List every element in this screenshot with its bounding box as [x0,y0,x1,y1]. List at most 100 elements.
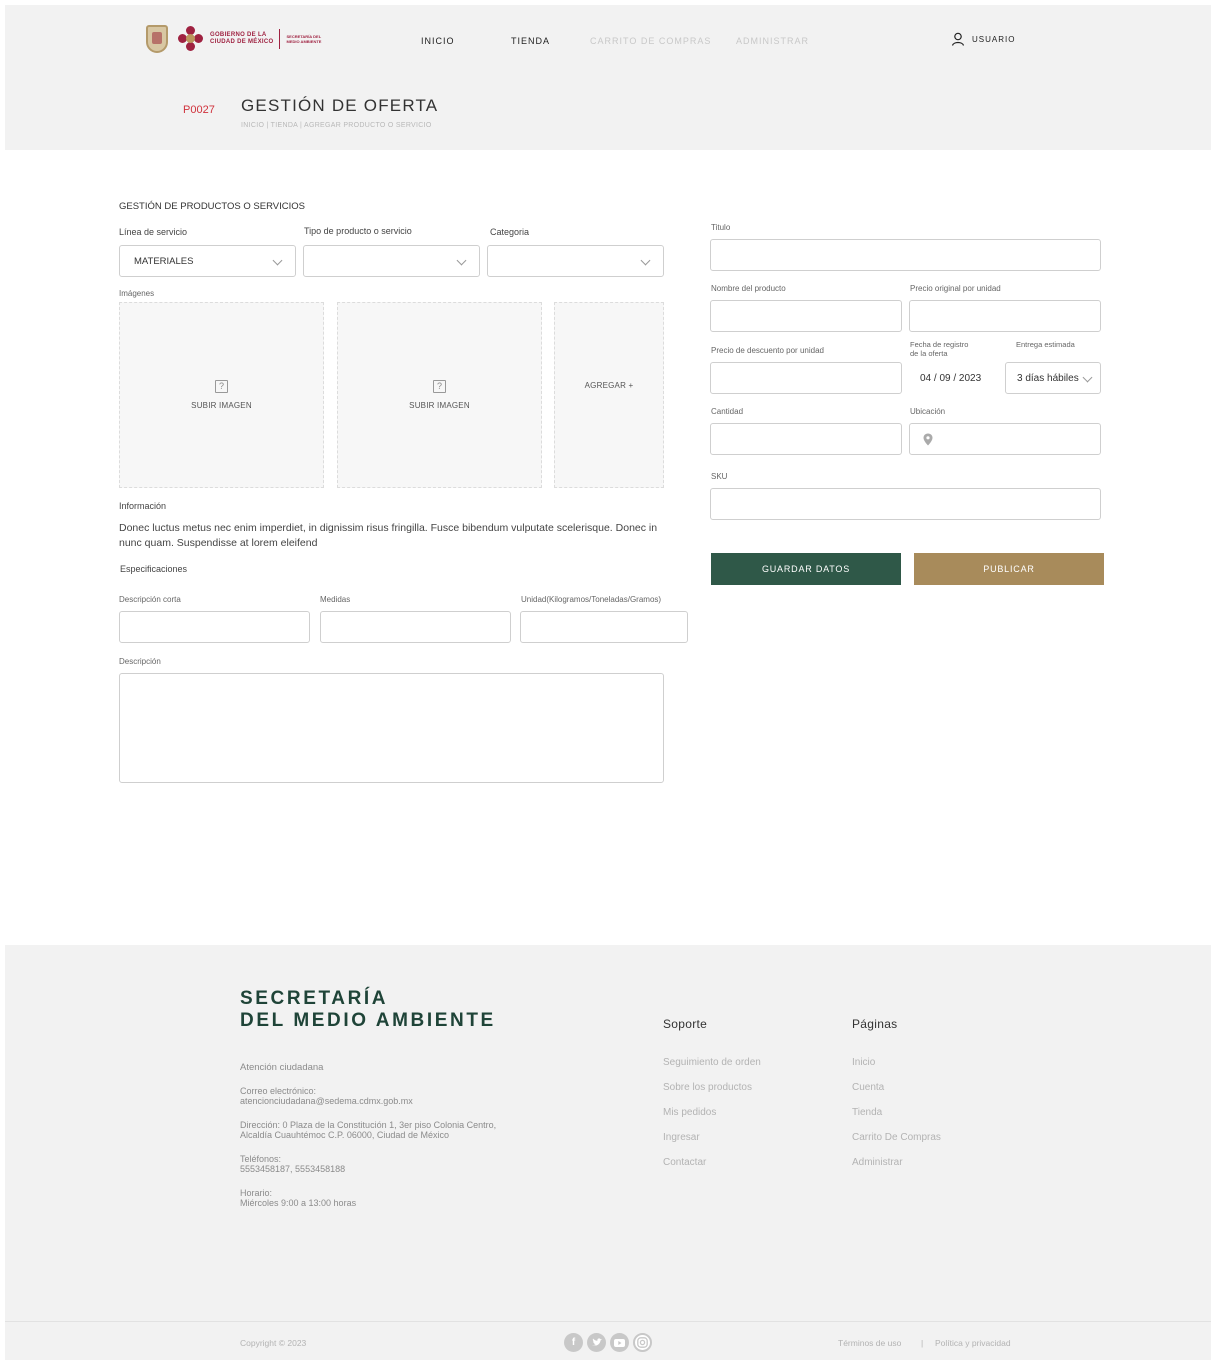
youtube-icon[interactable] [610,1333,629,1352]
ubicacion-input[interactable] [909,423,1101,455]
section-title: GESTIÓN DE PRODUCTOS O SERVICIOS [119,201,305,212]
cantidad-label: Cantidad [711,407,744,416]
paginas-link-tienda[interactable]: Tienda [852,1107,882,1118]
soporte-link-ingresar[interactable]: Ingresar [663,1132,700,1143]
telefonos-value: 5553458187, 5553458188 [240,1164,346,1174]
terminos-link[interactable]: Términos de uso [838,1338,901,1348]
publish-button[interactable]: PUBLICAR [914,553,1104,585]
cantidad-input[interactable] [710,423,902,455]
nombre-input[interactable] [710,300,902,332]
precio-original-input[interactable] [909,300,1101,332]
paginas-link-administrar[interactable]: Administrar [852,1157,903,1168]
save-button[interactable]: GUARDAR DATOS [711,553,901,585]
add-image-button[interactable]: AGREGAR + [554,302,664,488]
descripcion-corta-label: Descripción corta [119,595,181,604]
upload-label: SUBIR IMAGEN [191,401,252,410]
nav-inicio[interactable]: INICIO [421,36,455,46]
medidas-input[interactable] [320,611,511,643]
footer-brand: SECRETARÍA DEL MEDIO AMBIENTE [240,988,496,1032]
paginas-link-inicio[interactable]: Inicio [852,1057,875,1068]
telefonos-label: Teléfonos: [240,1154,282,1164]
nav-tienda[interactable]: TIENDA [511,36,550,46]
twitter-icon[interactable] [587,1333,606,1352]
info-text: Donec luctus metus nec enim imperdiet, i… [119,522,658,549]
paginas-link-carrito[interactable]: Carrito De Compras [852,1132,941,1143]
gov-line-2: CIUDAD DE MÉXICO [210,39,274,45]
header-logo[interactable]: GOBIERNO DE LA CIUDAD DE MÉXICO SECRETAR… [146,24,321,54]
titulo-input[interactable] [710,239,1101,271]
privacidad-link[interactable]: Política y privacidad [935,1338,1011,1348]
location-pin-icon [923,433,933,446]
logo-divider [279,29,281,49]
correo-label: Correo electrónico: [240,1086,317,1096]
soporte-link-seguimiento[interactable]: Seguimiento de orden [663,1057,761,1068]
upload-image-2[interactable]: ? SUBIR IMAGEN [337,302,542,488]
soporte-link-contactar[interactable]: Contactar [663,1157,706,1168]
image-placeholder-icon: ? [215,380,228,393]
user-menu[interactable]: USUARIO [951,32,1015,46]
imagenes-label: Imágenes [119,289,155,298]
fecha-label-line-1: Fecha de registro [910,340,969,349]
entrega-select[interactable]: 3 días hábiles [1005,362,1101,394]
site-footer [5,945,1211,1360]
horario-value: Miércoles 9:00 a 13:00 horas [240,1198,357,1208]
page-code: P0027 [183,104,215,116]
entrega-label: Entrega estimada [1016,340,1075,349]
titulo-label: Titulo [711,223,731,232]
fecha-value[interactable]: 04 / 09 / 2023 [920,373,981,384]
tipo-select[interactable] [303,245,480,277]
unidad-input[interactable] [520,611,688,643]
descripcion-label: Descripción [119,657,161,666]
precio-descuento-input[interactable] [710,362,902,394]
direccion-line-1: Dirección: 0 Plaza de la Constitución 1,… [240,1120,497,1130]
paginas-title: Páginas [852,1017,898,1031]
nav-carrito: CARRITO DE COMPRAS [590,36,712,46]
upload-label: SUBIR IMAGEN [409,401,470,410]
facebook-icon[interactable]: f [564,1333,583,1352]
soporte-link-productos[interactable]: Sobre los productos [663,1082,752,1093]
social-links: f [564,1333,652,1352]
horario-label: Horario: [240,1188,273,1198]
atencion-title: Atención ciudadana [240,1062,324,1073]
gov-logo-text: GOBIERNO DE LA CIUDAD DE MÉXICO [210,32,273,46]
entrega-value: 3 días hábiles [1017,372,1079,384]
paginas-link-cuenta[interactable]: Cuenta [852,1082,884,1093]
linea-value: MATERIALES [134,255,194,267]
nav-administrar: ADMINISTRAR [736,36,810,46]
medidas-label: Medidas [320,595,351,604]
especificaciones-label: Especificaciones [120,564,188,574]
fecha-label-line-2: de la oferta [910,349,948,358]
sku-label: SKU [711,472,728,481]
soporte-link-pedidos[interactable]: Mis pedidos [663,1107,716,1118]
precio-original-label: Precio original por unidad [910,284,1001,293]
legal-separator: | [921,1338,924,1348]
soporte-title: Soporte [663,1017,708,1031]
coat-of-arms-icon [146,25,168,53]
instagram-icon[interactable] [633,1333,652,1352]
upload-image-1[interactable]: ? SUBIR IMAGEN [119,302,324,488]
add-label: AGREGAR + [584,380,634,390]
gov-line-1: GOBIERNO DE LA [210,32,267,38]
categoria-select[interactable] [487,245,664,277]
chevron-down-icon [1082,372,1093,383]
ubicacion-label: Ubicación [910,407,946,416]
linea-label: Línea de servicio [119,227,188,237]
user-icon [951,32,965,46]
brand-line-2: DEL MEDIO AMBIENTE [240,1010,496,1031]
image-placeholder-icon: ? [433,380,446,393]
descripcion-textarea[interactable] [119,673,664,783]
fecha-label: Fecha de registro de la oferta [910,340,968,358]
breadcrumb[interactable]: INICIO | TIENDA | AGREGAR PRODUCTO O SER… [241,122,432,129]
chevron-down-icon [272,255,283,266]
tipo-label: Tipo de producto o servicio [304,226,412,236]
descripcion-corta-input[interactable] [119,611,310,643]
chevron-down-icon [456,255,467,266]
user-label: USUARIO [972,34,1016,44]
linea-select[interactable]: MATERIALES [119,245,296,277]
chevron-down-icon [640,255,651,266]
correo-value[interactable]: atencionciudadana@sedema.cdmx.gob.mx [240,1096,413,1106]
categoria-label: Categoria [490,227,530,237]
sec-line-2: MEDIO AMBIENTE [286,39,322,44]
info-label: Información [119,501,167,511]
sku-input[interactable] [710,488,1101,520]
